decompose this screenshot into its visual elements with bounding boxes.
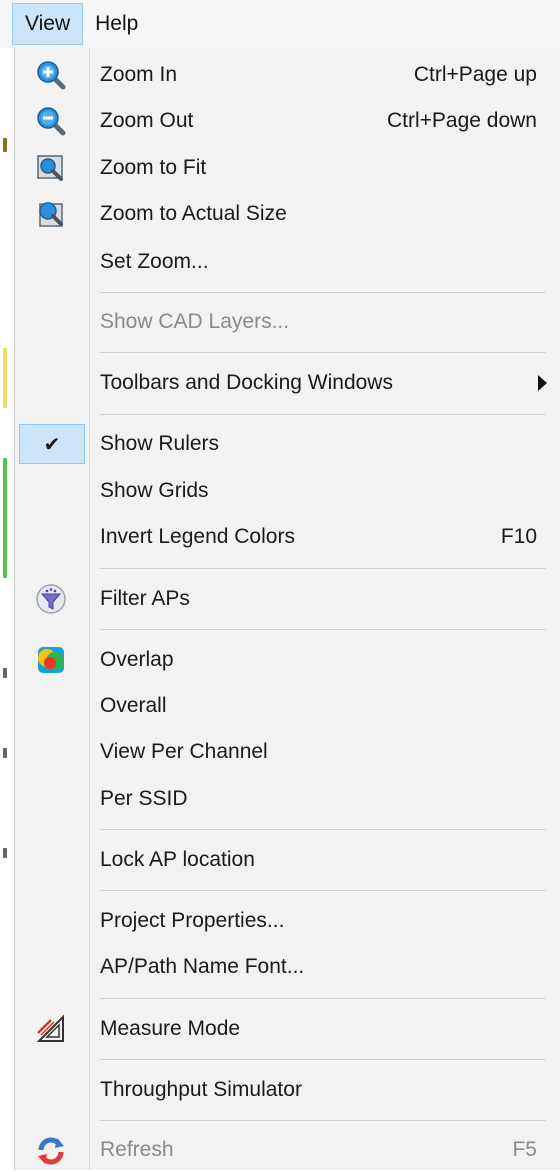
refresh-icon <box>33 1133 69 1167</box>
menu-item-shortcut: F10 <box>500 525 537 548</box>
menu-separator <box>100 414 546 415</box>
menu-item-label: Measure Mode <box>100 1017 241 1040</box>
menu-item-label: Set Zoom... <box>100 250 209 273</box>
menu-item-show-grids[interactable]: Show Grids <box>15 469 560 513</box>
overlap-icon <box>33 643 69 677</box>
menu-item-shortcut: F5 <box>512 1138 537 1161</box>
menu-item-shortcut: Ctrl+Page up <box>413 63 537 86</box>
menu-item-overlap[interactable]: Overlap <box>15 638 560 682</box>
menu-view[interactable]: View <box>12 3 84 45</box>
filter-aps-icon <box>33 582 69 616</box>
menu-item-lock-ap-location[interactable]: Lock AP location <box>15 838 560 882</box>
menu-separator <box>100 568 546 569</box>
menu-item-label: Zoom to Actual Size <box>100 202 287 225</box>
menu-item-label: Refresh <box>100 1138 174 1161</box>
menu-item-label: Invert Legend Colors <box>100 525 295 548</box>
background-canvas-strip <box>0 48 14 1170</box>
menu-item-label: Show Grids <box>100 479 209 502</box>
menu-item-label: Zoom In <box>100 63 178 86</box>
zoom-fit-icon <box>33 151 69 185</box>
menu-item-overall[interactable]: Overall <box>15 684 560 728</box>
menu-item-label: Overall <box>100 694 167 717</box>
submenu-arrow-icon <box>538 375 547 391</box>
menu-separator <box>100 292 546 293</box>
menu-separator <box>100 352 546 353</box>
menu-item-throughput-simulator[interactable]: Throughput Simulator <box>15 1068 560 1112</box>
menu-separator <box>100 829 546 830</box>
menu-help[interactable]: Help <box>83 3 150 45</box>
menu-item-per-ssid[interactable]: Per SSID <box>15 777 560 821</box>
menu-item-label: Toolbars and Docking Windows <box>100 371 393 394</box>
menu-item-label: Overlap <box>100 648 174 671</box>
menu-item-set-zoom[interactable]: Set Zoom... <box>15 240 560 284</box>
menu-item-label: AP/Path Name Font... <box>100 955 305 978</box>
menu-item-label: Per SSID <box>100 787 188 810</box>
menu-item-label: Zoom to Fit <box>100 156 207 179</box>
menu-item-filter-aps[interactable]: Filter APs <box>15 577 560 621</box>
menu-item-label: Throughput Simulator <box>100 1078 302 1101</box>
menu-item-refresh: Refresh F5 <box>15 1128 560 1172</box>
menu-item-label: Zoom Out <box>100 109 194 132</box>
view-dropdown-menu: Zoom In Ctrl+Page up Zoom Out Ctrl+Page … <box>14 48 560 1170</box>
menu-item-view-per-channel[interactable]: View Per Channel <box>15 730 560 774</box>
menu-item-show-cad-layers: Show CAD Layers... <box>15 300 560 344</box>
menu-item-label: Lock AP location <box>100 848 255 871</box>
menu-item-project-properties[interactable]: Project Properties... <box>15 899 560 943</box>
menu-item-label: Project Properties... <box>100 909 285 932</box>
menu-item-label: Show Rulers <box>100 432 220 455</box>
menu-separator <box>100 629 546 630</box>
menu-item-shortcut: Ctrl+Page down <box>386 109 537 132</box>
menu-separator <box>100 1059 546 1060</box>
measure-icon <box>33 1012 69 1046</box>
menu-item-label: View Per Channel <box>100 740 268 763</box>
menu-item-zoom-out[interactable]: Zoom Out Ctrl+Page down <box>15 99 560 143</box>
menu-item-zoom-in[interactable]: Zoom In Ctrl+Page up <box>15 53 560 97</box>
menu-bar: View Help <box>0 0 560 49</box>
zoom-out-icon <box>33 104 69 138</box>
zoom-actual-icon <box>33 197 69 231</box>
menu-item-label: Filter APs <box>100 587 190 610</box>
menu-item-show-rulers[interactable]: ✔ Show Rulers <box>15 422 560 466</box>
menu-item-measure-mode[interactable]: Measure Mode <box>15 1007 560 1051</box>
menu-item-zoom-actual-size[interactable]: Zoom to Actual Size <box>15 192 560 236</box>
zoom-in-icon <box>33 58 69 92</box>
menu-separator <box>100 1120 546 1121</box>
menu-item-zoom-to-fit[interactable]: Zoom to Fit <box>15 146 560 190</box>
menu-separator <box>100 998 546 999</box>
menu-item-label: Show CAD Layers... <box>100 310 290 333</box>
menu-item-invert-legend-colors[interactable]: Invert Legend Colors F10 <box>15 515 560 559</box>
check-icon: ✔ <box>19 424 85 464</box>
menu-separator <box>100 890 546 891</box>
menu-item-ap-path-name-font[interactable]: AP/Path Name Font... <box>15 945 560 989</box>
menu-item-toolbars-docking[interactable]: Toolbars and Docking Windows <box>15 361 560 405</box>
